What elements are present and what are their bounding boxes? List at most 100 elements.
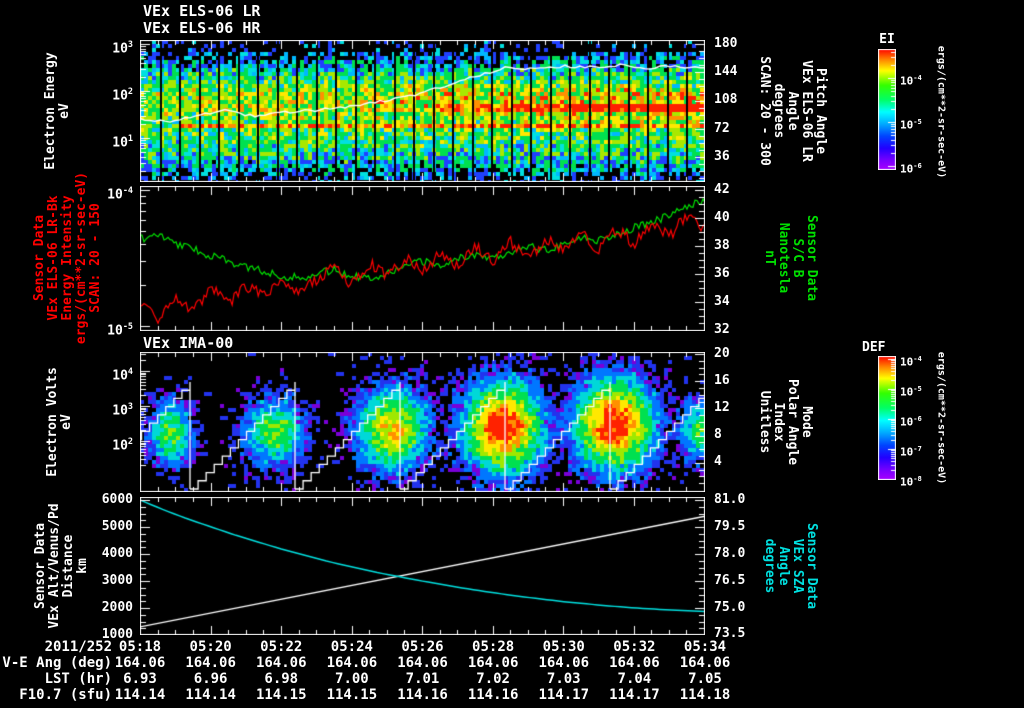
ima-colorbar-tick: 10-6 [900, 414, 922, 429]
panel4-right-tick: 81.0 [714, 492, 746, 507]
table-cell: 164.06 [326, 655, 378, 671]
table-cell: 114.16 [397, 687, 448, 703]
time-tick-label: 05:28 [472, 639, 515, 655]
table-cell: 164.06 [185, 655, 236, 671]
els-colorbar-tick: 10-4 [900, 73, 922, 88]
panel3-left-tick: 103 [112, 401, 133, 419]
panel2-right-tick: 32 [714, 322, 730, 337]
els-colorbar [878, 49, 896, 170]
els-colorbar-title: EI [879, 32, 895, 47]
panel3-left-axis-label: Electron Volts eV [45, 367, 74, 477]
table-cell: 114.17 [538, 687, 590, 703]
panel1-title-lr: VEx ELS-06 LR [143, 2, 261, 20]
els-colorbar-units: ergs/(cm**2-sr-sec-eV) [935, 45, 947, 179]
time-tick-label: 05:18 [118, 639, 162, 655]
cdaweb-multipanel-plot: VEx ELS-06 LR VEx ELS-06 HR VEx IMA-00 E… [0, 0, 1024, 708]
table-cell: 164.06 [609, 655, 660, 671]
panel1-right-axis-label: Pitch Angle VEx ELS-06 LR Angle degrees … [757, 56, 828, 166]
panel3-right-tick: 16 [714, 373, 730, 388]
panel1-right-tick: 108 [714, 92, 738, 107]
time-tick-label: 05:20 [189, 639, 232, 655]
table-cell: 164.06 [397, 655, 448, 671]
table-cell: 6.96 [193, 671, 228, 687]
panel1-right-tick: 72 [714, 121, 730, 136]
table-cell: 7.05 [688, 671, 722, 687]
ima-colorbar-tick: 10-7 [900, 444, 922, 459]
panel3-title: VEx IMA-00 [143, 334, 234, 352]
panel3-right-tick: 20 [714, 346, 730, 361]
els-spectrogram-canvas [140, 40, 705, 182]
table-cell: 7.01 [405, 671, 440, 687]
panel4-right-tick: 76.5 [714, 573, 746, 588]
panel2-right-tick: 34 [714, 294, 730, 309]
panel2-right-tick: 40 [714, 210, 730, 225]
table-cell: 114.16 [467, 687, 519, 703]
panel1-left-axis-label: Electron Energy eV [43, 52, 72, 170]
els-colorbar-tick: 10-5 [900, 117, 922, 132]
panel4-right-axis-label: Sensor Data VEx SZA Angle degrees [762, 522, 819, 610]
table-cell: 114.18 [679, 687, 731, 703]
ima-colorbar-tick: 10-8 [900, 474, 922, 489]
table-cell: 114.14 [114, 687, 166, 703]
time-tick-label: 05:24 [330, 639, 373, 655]
ima-colorbar-tick: 10-5 [900, 384, 922, 399]
ima-spectrogram-canvas [140, 352, 705, 492]
table-cell: 114.15 [326, 687, 378, 703]
panel4-right-tick: 75.0 [714, 600, 746, 615]
panel2-right-tick: 38 [714, 238, 730, 253]
panel3-right-tick: 4 [714, 454, 722, 469]
panel3-right-axis-label: Mode Polar Angle Index Unitless [757, 378, 814, 466]
panel2-right-tick: 36 [714, 266, 730, 281]
table-cell: 114.14 [185, 687, 236, 703]
table-cell: 164.06 [467, 655, 519, 671]
panel1-left-tick: 102 [112, 86, 133, 104]
table-cell: 7.04 [617, 671, 652, 687]
panel1-title-hr: VEx ELS-06 HR [143, 19, 261, 37]
panel4-left-tick: 4000 [101, 546, 133, 561]
table-cell: 7.02 [476, 671, 510, 687]
table-cell: 164.06 [538, 655, 590, 671]
table-cell: 6.93 [123, 671, 157, 687]
time-tick-label: 05:32 [613, 639, 656, 655]
time-tick-label: 05:34 [683, 639, 727, 655]
time-tick-label: 05:22 [260, 639, 303, 655]
ima-colorbar-tick: 10-4 [900, 354, 922, 369]
panel1-left-tick: 101 [112, 133, 133, 151]
panel2-left-tick: 10-4 [107, 185, 133, 203]
panel4-left-tick: 5000 [101, 519, 133, 534]
table-cell: 114.15 [255, 687, 307, 703]
table-cell: 6.98 [264, 671, 299, 687]
ima-colorbar [878, 356, 896, 480]
panel1-left-tick: 103 [112, 39, 133, 57]
panel1-right-tick: 144 [714, 64, 738, 79]
table-cell: 164.06 [679, 655, 731, 671]
panel2-right-axis-label: Sensor Data S/C B Nanotesla nT [762, 214, 819, 302]
ima-colorbar-units: ergs/(cm**2-sr-sec-eV) [935, 351, 947, 485]
time-tick-label: 05:30 [542, 639, 585, 655]
els-colorbar-tick: 10-6 [900, 161, 922, 176]
table-row-label: LST (hr) [44, 671, 112, 687]
panel3-left-tick: 102 [112, 436, 133, 454]
table-cell: 164.06 [255, 655, 307, 671]
panel3-right-tick: 8 [714, 427, 722, 442]
altitude-sza-lineplot-canvas [140, 497, 705, 635]
ima-colorbar-title: DEF [862, 340, 886, 355]
date-label: 2011/252 [44, 639, 112, 655]
panel2-left-tick: 10-5 [107, 321, 133, 339]
table-cell: 7.03 [546, 671, 581, 687]
panel4-right-tick: 79.5 [714, 519, 746, 534]
panel4-left-tick: 2000 [101, 600, 133, 615]
panel3-right-tick: 12 [714, 400, 730, 415]
table-cell: 114.17 [609, 687, 660, 703]
table-row-label: F10.7 (sfu) [19, 687, 112, 703]
panel2-right-tick: 42 [714, 182, 730, 197]
table-row-label: V-E Ang (deg) [2, 655, 112, 671]
panel4-right-tick: 78.0 [714, 546, 746, 561]
panel3-left-tick: 104 [112, 366, 133, 384]
panel1-right-tick: 180 [714, 36, 738, 51]
panel4-left-tick: 3000 [101, 573, 133, 588]
table-cell: 7.00 [335, 671, 369, 687]
intensity-bfield-lineplot-canvas [140, 186, 705, 331]
panel4-left-tick: 6000 [101, 492, 133, 507]
panel1-right-tick: 36 [714, 149, 730, 164]
